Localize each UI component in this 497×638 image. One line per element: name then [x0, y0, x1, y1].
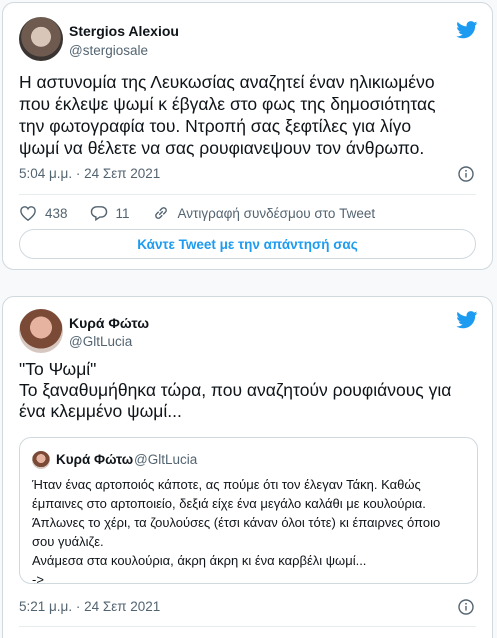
divider	[19, 626, 476, 627]
twitter-bird-icon[interactable]	[456, 311, 478, 329]
tweet-text: Η αστυνομία της Λευκωσίας αναζητεί έναν …	[19, 72, 436, 158]
author-name[interactable]: Κυρά Φώτω	[69, 315, 149, 331]
author-handle[interactable]: @GltLucia	[69, 334, 132, 349]
like-button[interactable]: 438	[19, 205, 68, 221]
reply-count-button[interactable]: 11	[90, 205, 130, 221]
heart-icon	[20, 206, 36, 221]
quoted-author-handle: @GltLucia	[134, 452, 198, 467]
info-icon[interactable]	[458, 166, 474, 182]
copy-link-label: Αντιγραφή συνδέσμου στο Tweet	[177, 205, 376, 221]
author-handle[interactable]: @stergiosale	[69, 43, 148, 58]
reply-bubble-icon	[90, 206, 107, 221]
reply-tweet-button[interactable]: Κάντε Tweet με την απάντησή σας	[19, 229, 476, 259]
quoted-tweet[interactable]: Κυρά Φώτω @GltLucia Ήταν ένας αρτοποιός …	[19, 437, 478, 587]
tweet-actions: 438 11 Αντιγραφή συνδέσμου στο Tweet	[19, 203, 397, 223]
quoted-author-name: Κυρά Φώτω	[56, 452, 134, 467]
tweet-text: "Το Ψωμί" Το ξαναθυμήθηκα τώρα, που αναζ…	[19, 359, 452, 421]
twitter-bird-icon[interactable]	[456, 21, 478, 39]
tweet-timestamp[interactable]: 5:04 μ.μ. · 24 Σεπ 2021	[19, 166, 160, 181]
like-count: 438	[45, 205, 68, 221]
tweet-timestamp[interactable]: 5:21 μ.μ. · 24 Σεπ 2021	[19, 599, 160, 614]
copy-link-button[interactable]: Αντιγραφή συνδέσμου στο Tweet	[152, 205, 376, 221]
avatar[interactable]	[19, 17, 63, 61]
tweet-card: Κυρά Φώτω @GltLucia "Το Ψωμί" Το ξαναθυμ…	[2, 296, 493, 638]
author-name[interactable]: Stergios Alexiou	[69, 23, 179, 39]
reply-count: 11	[115, 205, 130, 221]
quoted-avatar	[32, 451, 50, 469]
link-icon	[154, 207, 167, 219]
quoted-text: Ήταν ένας αρτοποιός κάποτε, ας πούμε ότι…	[32, 477, 441, 587]
divider	[19, 194, 476, 195]
tweet-card: Stergios Alexiou @stergiosale Η αστυνομί…	[2, 2, 493, 270]
info-icon[interactable]	[458, 599, 474, 615]
avatar[interactable]	[19, 309, 63, 353]
